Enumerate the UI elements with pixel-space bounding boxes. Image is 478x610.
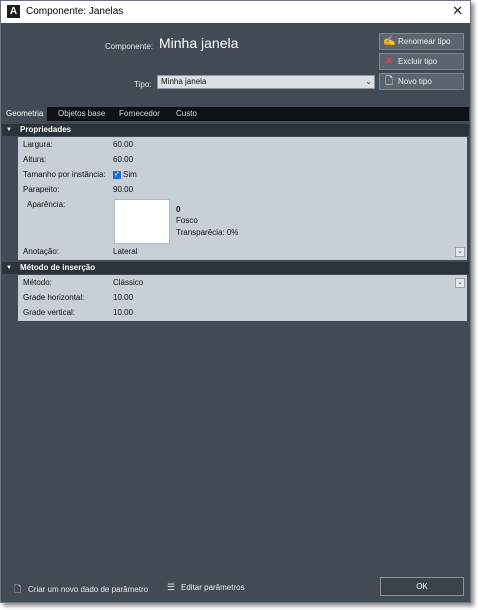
properties-section-header[interactable]: ▼ Propriedades — [2, 124, 469, 136]
aparencia-label: Aparência: — [27, 200, 66, 209]
chevron-down-icon: ⌄ — [457, 279, 463, 286]
insertion-panel: Método: Clássico ⌄ Grade horizontal: 10.… — [18, 275, 467, 321]
tab-bar: Geometria Objetos base Fornecedor Custo — [2, 107, 469, 121]
metodo-label: Método: — [23, 278, 52, 287]
type-select-value: Minha janela — [161, 77, 207, 86]
tamanho-value: Sim — [123, 170, 137, 179]
tab-objetos-base[interactable]: Objetos base — [54, 107, 109, 121]
metodo-dropdown-button[interactable]: ⌄ — [455, 278, 465, 288]
tamanho-checkbox[interactable]: ✓ Sim — [113, 168, 137, 182]
properties-panel: Largura: 60.00 Altura: 60.00 Tamanho por… — [18, 137, 467, 260]
new-type-label: Novo tipo — [398, 77, 432, 86]
chevron-down-icon: ⌄ — [365, 77, 372, 86]
parameters-list-icon: ☰ — [167, 582, 176, 592]
largura-value[interactable]: 60.00 — [113, 138, 133, 152]
rename-type-label: Renomear tipo — [398, 37, 451, 46]
collapse-triangle-icon: ▼ — [6, 265, 12, 271]
app-logo-icon: A — [7, 5, 20, 18]
parapeito-label: Parapeito: — [23, 185, 60, 194]
grade-horizontal-value[interactable]: 10.00 — [113, 291, 133, 305]
properties-section-title: Propriedades — [20, 125, 72, 134]
checkbox-checked-icon: ✓ — [113, 170, 121, 179]
rename-icon: ✍ — [383, 36, 396, 47]
component-label: Componente: — [105, 42, 154, 51]
grade-vertical-value[interactable]: 10.00 — [113, 306, 133, 320]
delete-type-button[interactable]: ✕ Excluir tipo — [379, 53, 464, 70]
create-parameter-link[interactable]: 🗋 Criar um novo dado de parâmetro — [14, 582, 148, 598]
type-label: Tipo: — [134, 80, 152, 89]
close-icon[interactable]: ✕ — [452, 4, 463, 18]
anotacao-value[interactable]: Lateral — [113, 245, 137, 259]
component-name: Minha janela — [159, 35, 239, 51]
new-document-icon: 🗋 — [14, 584, 22, 594]
type-select[interactable]: Minha janela ⌄ — [157, 75, 375, 89]
new-document-icon: 🗋 — [384, 76, 394, 87]
largura-label: Largura: — [23, 140, 53, 149]
delete-type-label: Excluir tipo — [398, 57, 438, 66]
tamanho-label: Tamanho por instância: — [23, 170, 106, 179]
tab-custo[interactable]: Custo — [172, 107, 201, 121]
aparencia-transparency: Transparêcia: 0% — [176, 228, 239, 237]
anotacao-dropdown-button[interactable]: ⌄ — [455, 247, 465, 257]
grade-horizontal-label: Grade horizontal: — [23, 293, 85, 302]
window-title: Componente: Janelas — [26, 6, 124, 17]
grade-vertical-label: Grade vertical: — [23, 308, 76, 317]
title-bar: A Componente: Janelas ✕ — [1, 1, 470, 23]
header-area: Componente: Minha janela Tipo: Minha jan… — [1, 23, 470, 105]
ok-button[interactable]: OK — [380, 577, 464, 596]
insertion-section-title: Método de inserção — [20, 263, 96, 272]
insertion-section-header[interactable]: ▼ Método de inserção — [2, 262, 469, 274]
rename-type-button[interactable]: ✍ Renomear tipo — [379, 33, 464, 50]
create-parameter-label: Criar um novo dado de parâmetro — [28, 585, 149, 594]
parapeito-value[interactable]: 90.00 — [113, 183, 133, 197]
delete-icon: ✕ — [384, 56, 394, 67]
collapse-triangle-icon: ▼ — [6, 127, 12, 133]
edit-parameters-link[interactable]: ☰ Editar parâmetros — [167, 582, 245, 593]
chevron-down-icon: ⌄ — [457, 248, 463, 255]
anotacao-label: Anotação: — [23, 247, 60, 256]
material-swatch[interactable] — [114, 199, 170, 244]
tab-geometria[interactable]: Geometria — [2, 107, 48, 121]
edit-parameters-label: Editar parâmetros — [181, 583, 245, 592]
altura-label: Altura: — [23, 155, 47, 164]
component-dialog: A Componente: Janelas ✕ Componente: Minh… — [0, 0, 471, 603]
altura-value[interactable]: 60.00 — [113, 153, 133, 167]
tab-fornecedor[interactable]: Fornecedor — [115, 107, 164, 121]
metodo-value[interactable]: Clássico — [113, 276, 143, 290]
new-type-button[interactable]: 🗋 Novo tipo — [379, 73, 464, 90]
